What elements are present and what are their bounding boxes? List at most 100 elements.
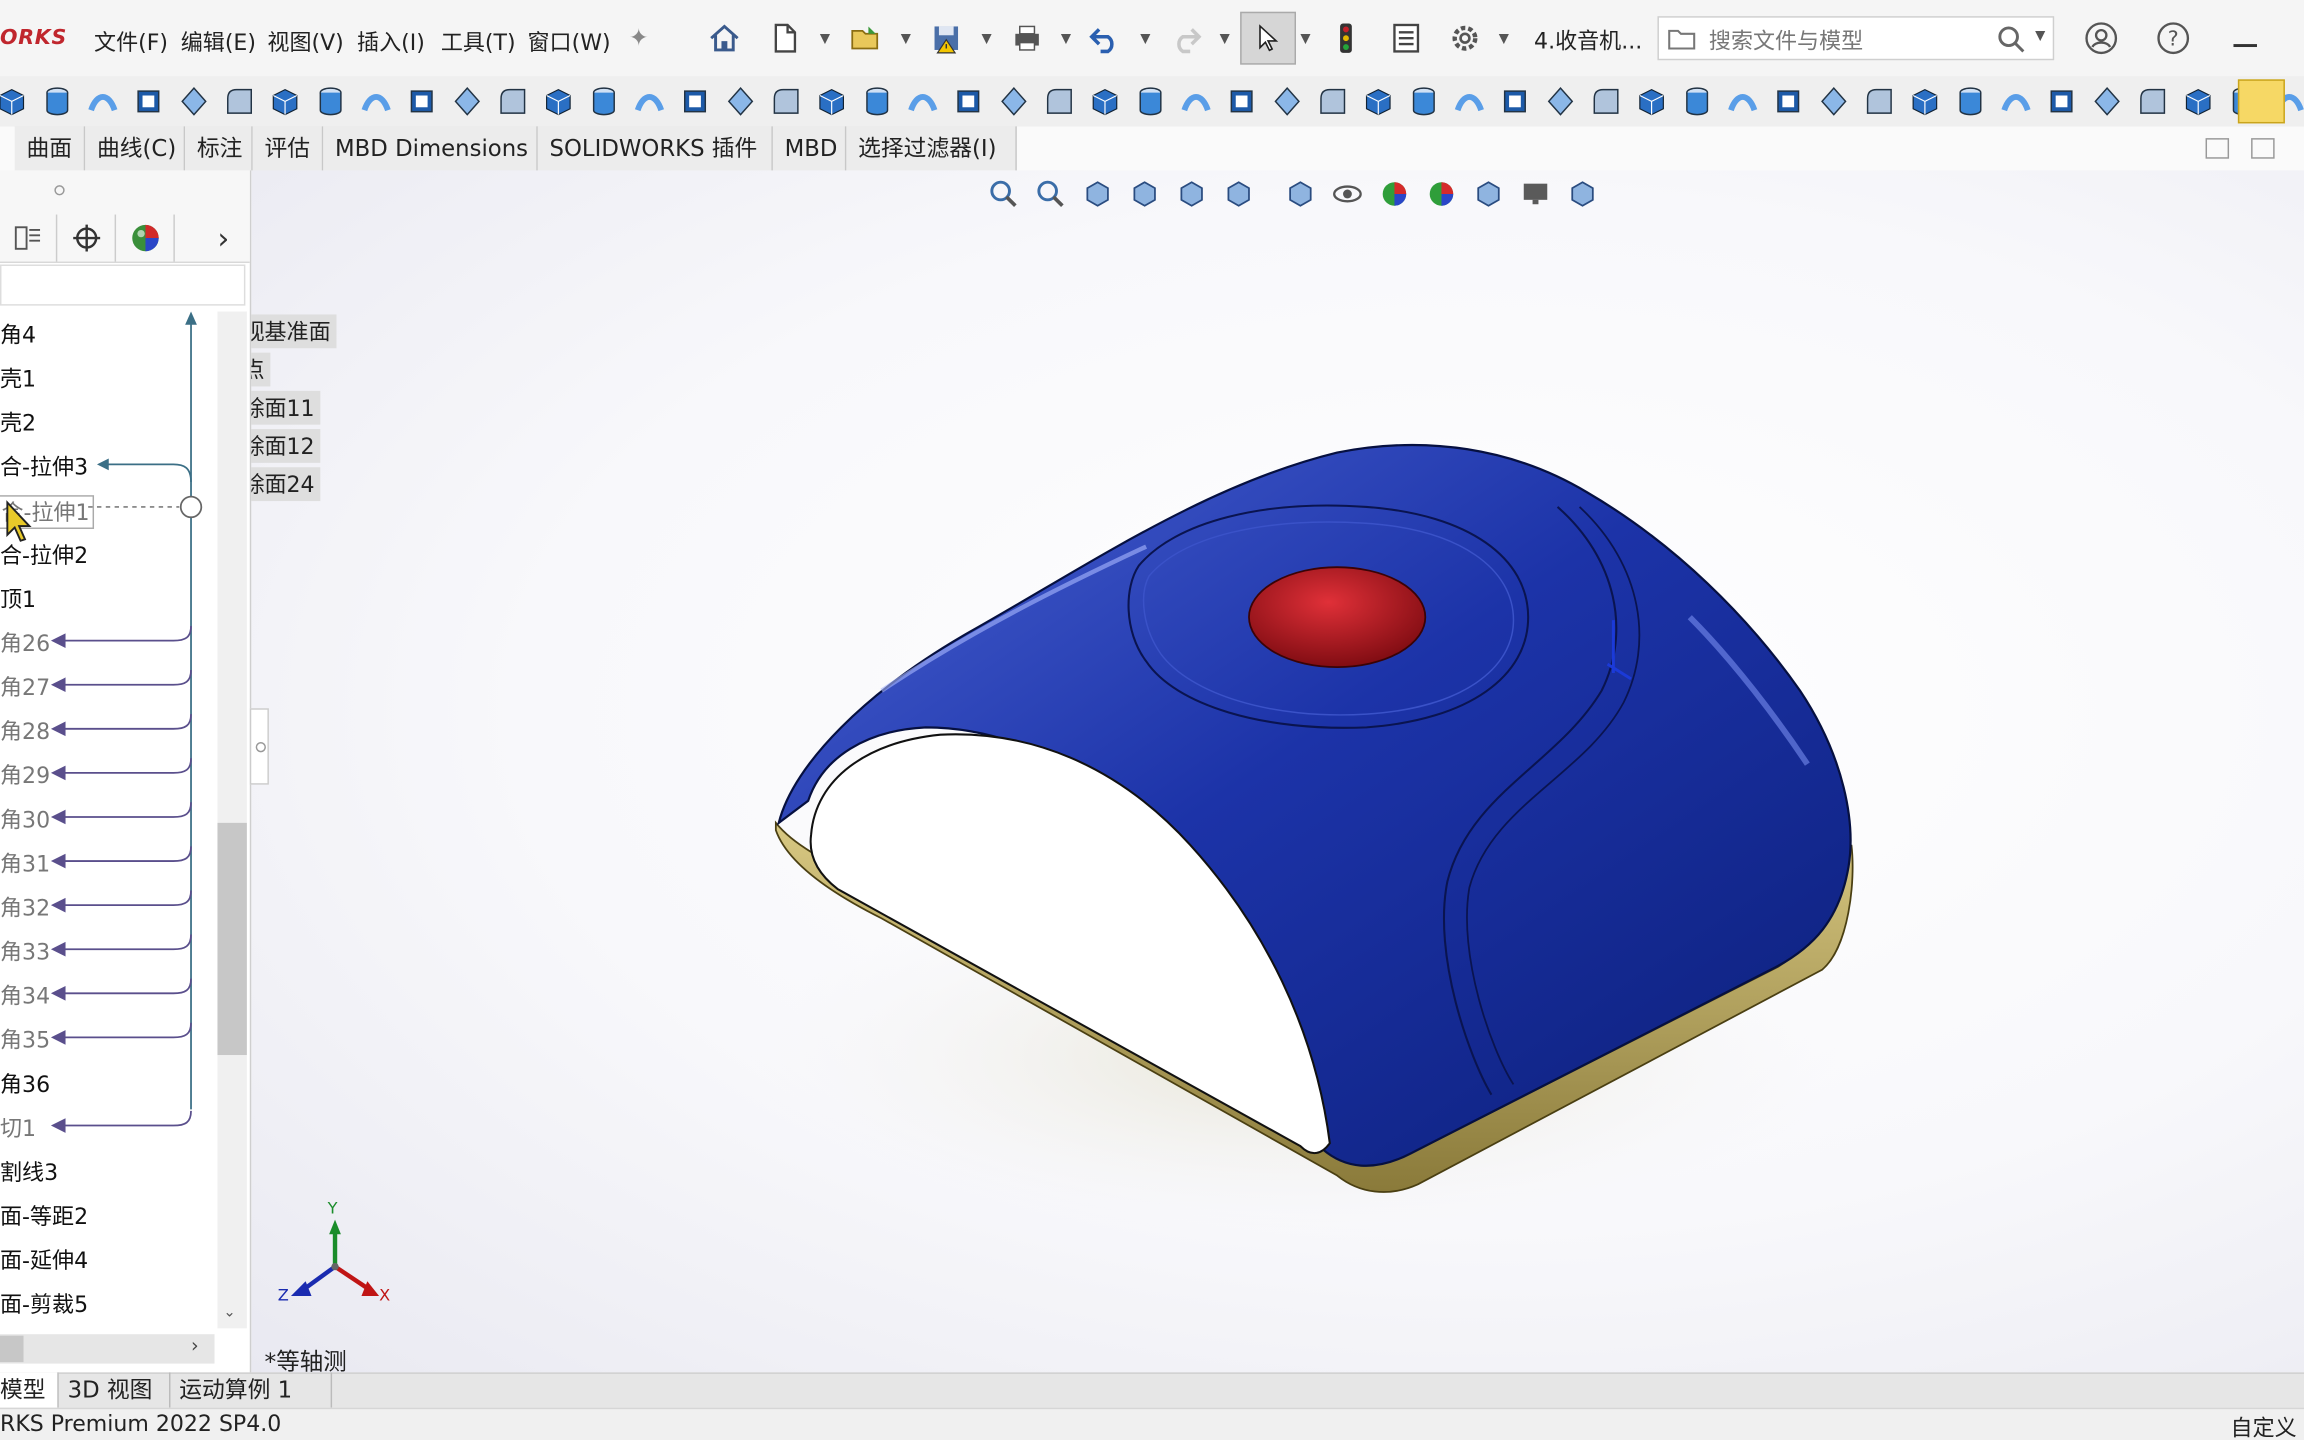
rotate-icon[interactable] [1565, 176, 1600, 211]
menu-window[interactable]: 窗口(W) [528, 26, 611, 57]
menu-view[interactable]: 视图(V) [267, 26, 343, 57]
chevron-down-icon[interactable]: ▼ [820, 32, 830, 47]
home-icon[interactable] [702, 15, 746, 62]
search-icon[interactable] [1997, 25, 2026, 54]
tree-item[interactable]: 面-等距2 [0, 1200, 88, 1231]
undo-icon[interactable] [1083, 15, 1127, 62]
property-manager-tab[interactable] [0, 214, 58, 262]
gear-icon[interactable] [1443, 15, 1487, 62]
tab-annotation[interactable]: 标注 [185, 126, 253, 171]
previous-view-icon[interactable] [1080, 176, 1115, 211]
apply-scene-icon[interactable] [1424, 176, 1459, 211]
graphics-area[interactable] [251, 170, 2304, 1373]
active-tool-button[interactable] [2237, 79, 2285, 124]
chevron-down-icon[interactable]: ▼ [1140, 32, 1150, 47]
restore-pane-icon[interactable] [2205, 138, 2230, 159]
feature-tool-fillet-icon[interactable] [951, 84, 986, 119]
tab-evaluate[interactable]: 评估 [252, 126, 324, 171]
hide-show-items-icon[interactable] [1330, 176, 1365, 211]
menu-tools[interactable]: 工具(T) [441, 26, 516, 57]
zoom-to-fit-icon[interactable] [986, 176, 1021, 211]
menu-file[interactable]: 文件(F) [94, 26, 168, 57]
chevron-down-icon[interactable]: ▼ [1061, 32, 1071, 47]
search-box[interactable]: 搜索文件与模型 ▼ [1657, 16, 2055, 61]
scroll-right-icon[interactable]: › [191, 1336, 199, 1358]
feature-tool-loft-icon[interactable] [131, 84, 166, 119]
edit-appearance-icon[interactable] [1377, 176, 1412, 211]
feature-tool-loft-icon[interactable] [677, 84, 712, 119]
tab-selection-filter[interactable]: 选择过滤器(I) [846, 126, 1017, 171]
tab-motion-study[interactable]: 运动算例 1 [170, 1372, 333, 1408]
tab-model[interactable]: 模型 [0, 1372, 59, 1408]
feature-tool-rev-icon[interactable] [176, 84, 211, 119]
tab-solidworks-addins[interactable]: SOLIDWORKS 插件 [537, 126, 773, 171]
feature-tool-fillet-icon[interactable] [404, 84, 439, 119]
new-document-icon[interactable] [763, 15, 807, 62]
pin-icon[interactable]: ✦ [629, 24, 649, 52]
feature-tool-rev-icon[interactable] [1270, 84, 1305, 119]
rebuild-traffic-light-icon[interactable] [1324, 15, 1368, 62]
tree-hscroll-thumb[interactable] [0, 1335, 24, 1363]
feature-tool-draft-icon[interactable] [313, 84, 348, 119]
display-manager-tab[interactable] [118, 214, 175, 262]
panel-collapse-handle[interactable] [249, 708, 269, 785]
feature-tool-box-icon[interactable] [2181, 84, 2216, 119]
feature-tool-hole-icon[interactable] [1452, 84, 1487, 119]
feature-tool-shell-icon[interactable] [222, 84, 257, 119]
scroll-down-icon[interactable]: ⌄ [223, 1305, 235, 1321]
feature-tool-box-icon[interactable] [541, 84, 576, 119]
feature-tool-rib-icon[interactable] [1907, 84, 1942, 119]
tree-item[interactable]: 面-剪裁5 [0, 1289, 88, 1320]
feature-tool-chamfer-icon[interactable] [1543, 84, 1578, 119]
feature-tool-rev-icon[interactable] [1816, 84, 1851, 119]
panel-pin-dot[interactable] [54, 185, 65, 196]
view-orientation-icon[interactable] [1221, 176, 1256, 211]
feature-tool-draft-icon[interactable] [860, 84, 895, 119]
view-settings-icon[interactable] [1471, 176, 1506, 211]
feature-tool-chamfer-icon[interactable] [450, 84, 485, 119]
feature-tool-mirror-icon[interactable] [2135, 84, 2170, 119]
feature-tool-sweep-icon[interactable] [85, 84, 120, 119]
chevron-down-icon[interactable]: ▼ [1300, 32, 1310, 47]
feature-tool-rib-icon[interactable] [1361, 84, 1396, 119]
display-style-icon[interactable] [1283, 176, 1318, 211]
feature-tool-chamfer-icon[interactable] [2089, 84, 2124, 119]
feature-tool-loft-icon[interactable] [1771, 84, 1806, 119]
zoom-to-area-icon[interactable] [1033, 176, 1068, 211]
configuration-manager-tab[interactable] [59, 214, 117, 262]
feature-tool-mirror-icon[interactable] [1042, 84, 1077, 119]
chevron-down-icon[interactable]: ▼ [901, 32, 911, 47]
feature-tool-fillet-icon[interactable] [1497, 84, 1532, 119]
feature-tool-sweep-icon[interactable] [632, 84, 667, 119]
redo-icon[interactable] [1164, 15, 1208, 62]
print-icon[interactable] [1005, 15, 1049, 62]
chevron-down-icon[interactable]: ▼ [1499, 32, 1509, 47]
status-units[interactable]: 自定义 [2231, 1412, 2297, 1440]
save-icon[interactable] [924, 15, 968, 62]
help-icon[interactable]: ? [2156, 21, 2191, 56]
menu-insert[interactable]: 插入(I) [357, 26, 425, 57]
feature-tool-box-icon[interactable] [1087, 84, 1122, 119]
tree-horizontal-scrollbar[interactable] [0, 1334, 215, 1364]
tab-3d-views[interactable]: 3D 视图 [59, 1372, 171, 1408]
feature-tool-shell-icon[interactable] [1315, 84, 1350, 119]
tree-item[interactable]: 割线3 [0, 1156, 58, 1187]
feature-tool-sweep-icon[interactable] [1725, 84, 1760, 119]
tab-mbd[interactable]: MBD [772, 126, 847, 171]
feature-tool-sweep-icon[interactable] [1178, 84, 1213, 119]
feature-tool-cyl-icon[interactable] [1133, 84, 1168, 119]
chevron-down-icon[interactable]: ▼ [2035, 29, 2045, 44]
feature-tool-shell-icon[interactable] [768, 84, 803, 119]
file-properties-icon[interactable] [1384, 15, 1428, 62]
chevron-right-icon[interactable]: › [217, 220, 229, 255]
feature-tool-rib-icon[interactable] [814, 84, 849, 119]
feature-tool-rev-icon[interactable] [723, 84, 758, 119]
feature-tool-hole-icon[interactable] [359, 84, 394, 119]
tree-filter-input[interactable] [0, 264, 246, 306]
feature-tool-hole-icon[interactable] [1998, 84, 2033, 119]
tree-item[interactable]: 面-延伸4 [0, 1245, 88, 1276]
feature-tool-cyl-icon[interactable] [40, 84, 75, 119]
chevron-down-icon[interactable]: ▼ [1220, 32, 1230, 47]
tab-surface[interactable]: 曲面 [14, 126, 86, 171]
feature-tool-fillet-icon[interactable] [2044, 84, 2079, 119]
